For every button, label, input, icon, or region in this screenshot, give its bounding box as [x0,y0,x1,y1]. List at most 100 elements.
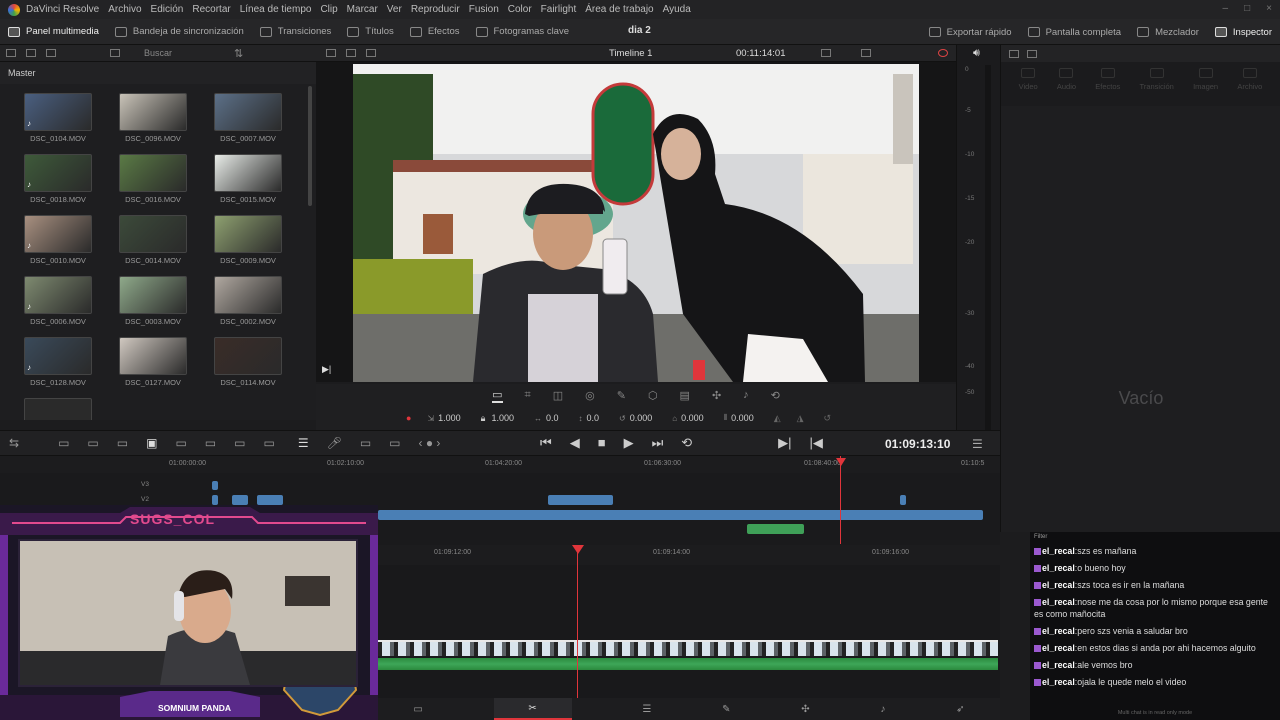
microphone-icon[interactable]: 🎤︎ [327,436,342,450]
tab-audio[interactable]: Audio [1057,68,1076,106]
zoom-x-field[interactable]: ⇲ 1.000 [427,413,460,423]
stabilize-icon[interactable]: ✣ [712,389,721,402]
sidebar-toggle-icon[interactable] [6,49,16,57]
media-clip[interactable]: DSC_0127.MOV [119,337,187,387]
stop-icon[interactable]: ■ [598,435,606,451]
audio-detach-icon[interactable]: ▭ [360,436,371,450]
record-icon[interactable]: ● [406,413,411,423]
smart-reframe-icon[interactable]: ▤ [680,389,690,402]
media-clip[interactable]: DSC_0007.MOV [214,93,282,143]
timeline-clip[interactable] [212,481,218,490]
media-clip[interactable]: DSC_0015.MOV [214,154,282,204]
upper-timeline-ruler[interactable]: 01:00:00:00 01:02:10:00 01:04:20:00 01:0… [165,456,1000,473]
settings-icon[interactable]: ☰ [298,436,309,450]
append-icon[interactable]: ▭ [175,436,186,450]
dynamic-zoom-icon[interactable]: ◫ [553,389,563,402]
crop-tool-icon[interactable]: ⌗ [525,389,531,402]
inspector-expand-icon[interactable] [1027,49,1037,58]
zoom-icon[interactable]: ▭ [389,436,400,450]
menu-linea-de-tiempo[interactable]: Línea de tiempo [240,4,312,15]
edit-page-icon[interactable]: ☰ [642,704,651,715]
media-clip[interactable]: DSC_0002.MOV [214,276,282,326]
pitch-field[interactable]: ⌂ 0.000 [672,413,703,423]
panel-multimedia-button[interactable]: Panel multimedia [0,19,107,45]
play-icon[interactable]: ▶ [624,435,634,451]
media-clip[interactable]: ♪ DSC_0018.MOV [24,154,92,204]
clip-thumbnail[interactable] [24,398,92,420]
viewer-size-icon[interactable] [821,49,831,57]
lower-timeline-tracks[interactable] [378,565,1000,698]
inspector-button[interactable]: Inspector [1207,19,1280,45]
audio-tool-icon[interactable]: ♪ [743,389,749,401]
color-wheel-icon[interactable] [938,49,948,57]
menu-fairlight[interactable]: Fairlight [541,4,577,15]
media-clip[interactable]: ♪ DSC_0006.MOV [24,276,92,326]
layout-options-icon[interactable]: ⇆ [9,436,19,450]
yaw-field[interactable]: ⦀ 0.000 [724,413,754,423]
position-y-field[interactable]: ↕ 0.0 [579,413,600,423]
transform-tool-icon[interactable]: ▭ [492,388,503,403]
output-mode-icon[interactable] [861,49,871,57]
timeline-clip[interactable] [378,510,983,520]
timeline-clip[interactable] [900,495,906,505]
fotogramas-clave-button[interactable]: Fotogramas clave [468,19,578,45]
color-page-icon[interactable]: ✣ [801,704,809,715]
ripple-icon[interactable]: ▭ [205,436,216,450]
mezclador-button[interactable]: Mezclador [1129,19,1207,45]
chat-username[interactable]: el_recal [1042,677,1075,687]
pantalla-completa-button[interactable]: Pantalla completa [1020,19,1130,45]
flip-vertical-icon[interactable]: ◮ [797,413,804,424]
go-to-end-icon[interactable]: ⏭ [652,435,664,451]
menu-reproducir[interactable]: Reproducir [411,4,460,15]
timeline-clip[interactable] [257,495,283,505]
sort-icon[interactable] [46,49,56,57]
media-clip[interactable]: DSC_0003.MOV [119,276,187,326]
mark-in-icon[interactable]: ▶| [778,435,791,451]
mark-out-icon[interactable]: |◀ [810,435,823,451]
transiciones-button[interactable]: Transiciones [252,19,340,45]
timeline-name-dropdown[interactable]: Timeline 1 [609,48,652,59]
media-clip[interactable]: DSC_0096.MOV [119,93,187,143]
media-clip[interactable]: ♪ DSC_0128.MOV [24,337,92,387]
timeline-clip[interactable] [212,495,218,505]
menu-fusion[interactable]: Fusion [469,4,499,15]
chat-username[interactable]: el_recal [1042,563,1075,573]
viewer-play-marker-icon[interactable]: ▶| [322,364,331,375]
sort-order-icon[interactable]: ⇅ [234,47,243,60]
media-clip[interactable]: DSC_0009.MOV [214,215,282,265]
menu-recortar[interactable]: Recortar [192,4,230,15]
timeline-clip[interactable] [548,495,613,505]
playhead-handle-lower[interactable] [572,545,584,554]
marker-nav-icon[interactable]: ‹ ● › [419,436,441,450]
menu-color[interactable]: Color [508,4,532,15]
viewer-layout-icon[interactable] [326,49,336,57]
media-page-icon[interactable]: ▭ [413,704,422,715]
grid-view-icon[interactable] [110,49,120,57]
chat-username[interactable]: el_recal [1042,643,1075,653]
video-filmstrip[interactable] [378,640,998,656]
menu-archivo[interactable]: Archivo [108,4,141,15]
media-clip[interactable]: DSC_0014.MOV [119,215,187,265]
rotation-field[interactable]: ↺ 0.000 [619,413,652,423]
tab-transicion[interactable]: Transición [1140,68,1174,106]
menu-area-de-trabajo[interactable]: Área de trabajo [585,4,653,15]
annotation-icon[interactable]: ✎ [617,389,626,402]
bandeja-sincronizacion-button[interactable]: Bandeja de sincronización [107,19,252,45]
close-icon[interactable]: × [1266,3,1272,14]
fusion-overlay-icon[interactable]: ⬡ [648,389,658,402]
volume-icon[interactable]: 🔊︎ [973,47,980,60]
replace-clip-icon[interactable]: ▭ [117,436,128,450]
inspector-layout-icon[interactable] [1009,49,1019,58]
cut-page-icon[interactable]: ✂ [493,698,572,720]
chat-username[interactable]: el_recal [1042,597,1075,607]
position-x-field[interactable]: ↔ 0.0 [534,413,559,423]
search-input[interactable]: Buscar [144,48,224,58]
chat-username[interactable]: el_recal [1042,660,1075,670]
minimize-icon[interactable]: – [1223,3,1229,14]
loop-icon[interactable]: ⟲ [681,435,692,451]
menu-marcar[interactable]: Marcar [347,4,378,15]
dual-viewer-icon[interactable] [346,49,356,57]
fusion-page-icon[interactable]: ✎ [722,704,730,715]
chat-filter[interactable]: Filter [1030,532,1280,544]
tab-archivo[interactable]: Archivo [1237,68,1262,106]
